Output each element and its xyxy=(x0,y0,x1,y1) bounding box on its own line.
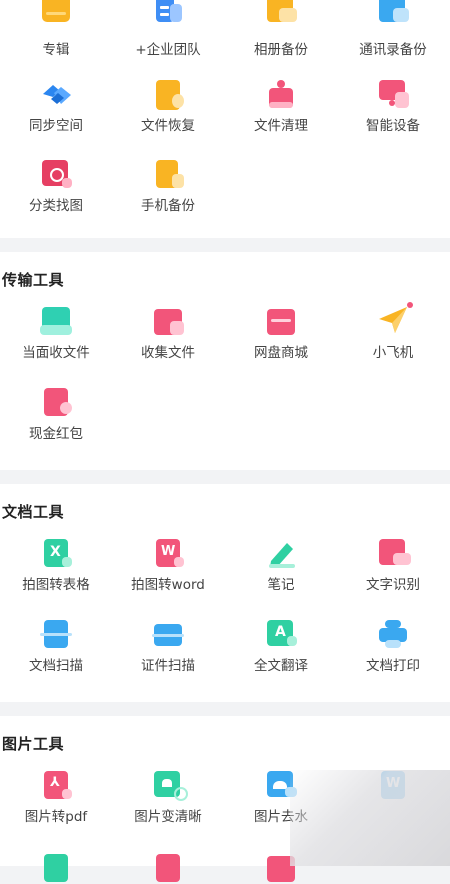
enterprise-team-icon xyxy=(152,0,184,22)
text-recognition-icon xyxy=(377,539,411,569)
grid-item-label: 全文翻译 xyxy=(254,658,308,674)
grid-item-label: 收集文件 xyxy=(141,345,195,361)
grid-item-label: 当面收文件 xyxy=(22,345,90,361)
collect-files-icon xyxy=(152,307,184,337)
grid-item-label: +企业团队 xyxy=(135,42,201,58)
image-edit-icon[interactable] xyxy=(152,854,184,884)
grid-item-label: 相册备份 xyxy=(254,42,308,58)
image-to-pdf-icon: ⅄ xyxy=(40,771,72,801)
image-to-word-icon: W xyxy=(377,771,409,801)
cash-red-packet-icon xyxy=(40,388,72,418)
grid-item-label: 图片转pdf xyxy=(24,809,88,825)
grid-item-label: 现金红包 xyxy=(29,426,83,442)
album-backup-icon xyxy=(265,0,297,22)
section-title: 图片工具 xyxy=(2,735,65,753)
backup-tools-card: 专辑 +企业团队 相册备份 通讯录备份 同步空间 文件恢复 文件清理 智能设备 … xyxy=(0,0,450,238)
document-tools-card: 文档工具 X 拍图转表格 W 拍图转word 笔记 文字识别 文档扫描 证件扫描… xyxy=(0,484,450,702)
paper-plane-icon xyxy=(377,302,413,337)
cloud-mall-icon xyxy=(265,307,297,337)
grid-item-label: 图片去水 xyxy=(254,809,308,825)
grid-item-label: 拍图转表格 xyxy=(22,577,90,593)
phone-backup-icon xyxy=(152,160,184,190)
image-watermark-remove-icon xyxy=(265,771,297,801)
grid-item-label: 网盘商城 xyxy=(254,345,308,361)
grid-item-label: 文字识别 xyxy=(366,577,420,593)
grid-item-label: 证件扫描 xyxy=(141,658,195,674)
note-pen-icon xyxy=(265,539,297,569)
grid-item-label: 文档打印 xyxy=(366,658,420,674)
grid-item-label: 文件清理 xyxy=(254,118,308,134)
face-to-face-receive-icon xyxy=(40,307,72,337)
grid-item-label: 图片变清晰 xyxy=(134,809,202,825)
album-icon xyxy=(40,0,72,22)
file-restore-icon xyxy=(152,80,184,110)
grid-item-label: 小飞机 xyxy=(372,345,414,361)
document-print-icon xyxy=(377,620,409,650)
grid-item-label: 专辑 xyxy=(42,42,70,58)
grid-item-label: 文件恢复 xyxy=(141,118,195,134)
sync-space-icon xyxy=(40,80,72,110)
grid-item-label: 文档扫描 xyxy=(29,658,83,674)
section-title: 文档工具 xyxy=(2,503,65,521)
transfer-tools-card: 传输工具 当面收文件 收集文件 网盘商城 小飞机 现金红包 xyxy=(0,252,450,470)
category-image-search-icon xyxy=(40,160,72,190)
grid-item-label: 智能设备 xyxy=(366,118,420,134)
id-scan-icon xyxy=(152,620,184,650)
photo-to-spreadsheet-icon: X xyxy=(40,539,72,569)
full-text-translate-icon: A xyxy=(265,620,297,650)
grid-item-label: 同步空间 xyxy=(29,118,83,134)
document-scan-icon xyxy=(40,620,72,650)
grid-item-label: 手机备份 xyxy=(141,198,195,214)
image-tools-card: 图片工具 ⅄ 图片转pdf 图片变清晰 图片去水 W xyxy=(0,716,450,882)
grid-item-label: 笔记 xyxy=(267,577,295,593)
image-enhance-icon xyxy=(152,771,188,801)
section-title: 传输工具 xyxy=(2,271,65,289)
grid-item-label: 通讯录备份 xyxy=(359,42,427,58)
contacts-backup-icon xyxy=(377,0,409,22)
spreadsheet-icon[interactable] xyxy=(40,854,72,884)
image-tool-icon[interactable] xyxy=(265,854,297,884)
grid-item-label: 拍图转word xyxy=(131,577,205,593)
file-cleanup-icon xyxy=(265,80,297,110)
grid-item-label: 分类找图 xyxy=(29,198,83,214)
photo-to-word-icon: W xyxy=(152,539,184,569)
smart-device-icon xyxy=(377,80,409,110)
